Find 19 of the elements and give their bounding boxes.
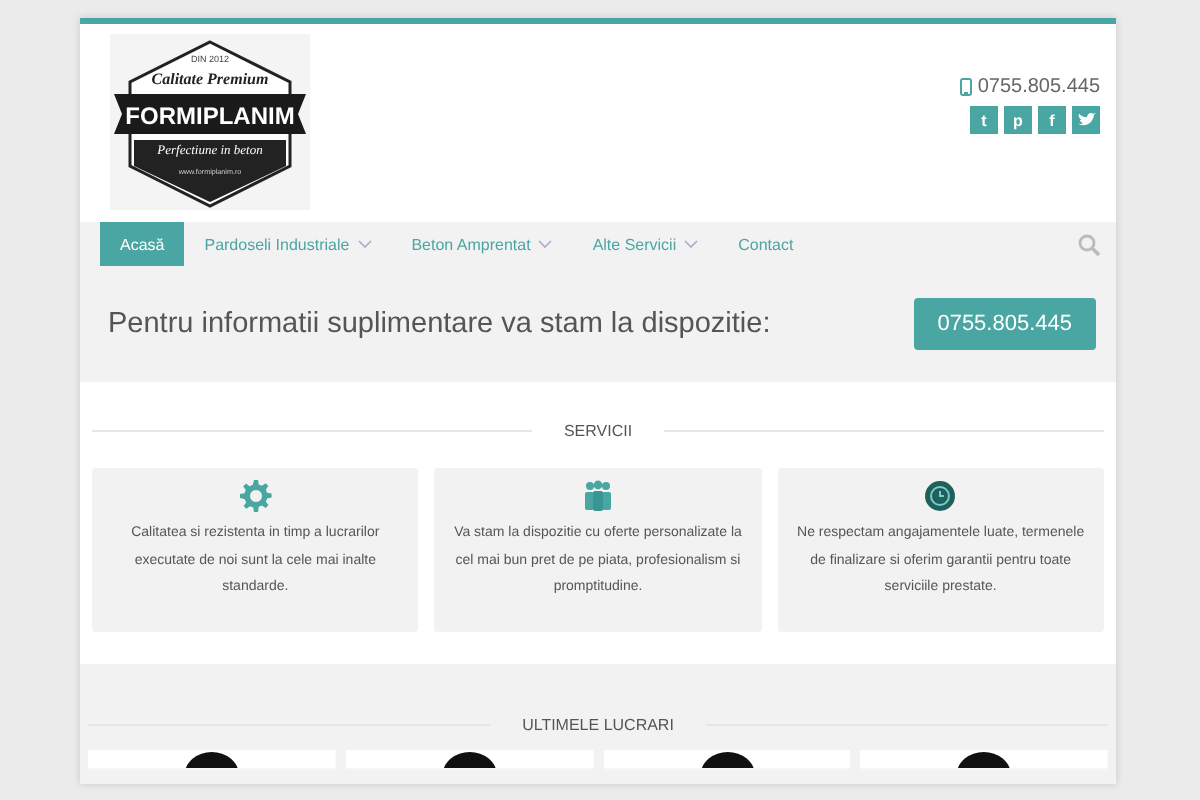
clock-icon — [924, 480, 957, 512]
section-heading: ULTIMELE LUCRARI — [522, 716, 674, 734]
cta-text: Pentru informatii suplimentare va stam la dispozitie: — [108, 308, 771, 340]
section-heading: SERVICII — [563, 422, 633, 440]
phone-number: 0755.805.445 — [977, 76, 1100, 98]
social-link[interactable]: f — [1038, 106, 1066, 134]
nav-tab[interactable]: Acasă — [100, 222, 185, 266]
phone-button[interactable]: 0755.805.445 — [913, 298, 1096, 350]
gear-icon — [239, 480, 272, 512]
people-icon — [581, 480, 614, 512]
bird-icon[interactable] — [1072, 106, 1100, 134]
phone-icon — [959, 78, 972, 96]
nav-tab[interactable]: Pardoseli Industriale — [184, 222, 392, 266]
search-icon[interactable] — [1078, 233, 1100, 255]
social-link[interactable]: p — [1004, 106, 1032, 134]
nav-tab[interactable]: Contact — [718, 222, 814, 266]
nav-tab[interactable]: Alte Servicii — [572, 222, 719, 266]
nav-tab[interactable]: Beton Amprentat — [391, 222, 573, 266]
social-link[interactable]: t — [970, 106, 998, 134]
